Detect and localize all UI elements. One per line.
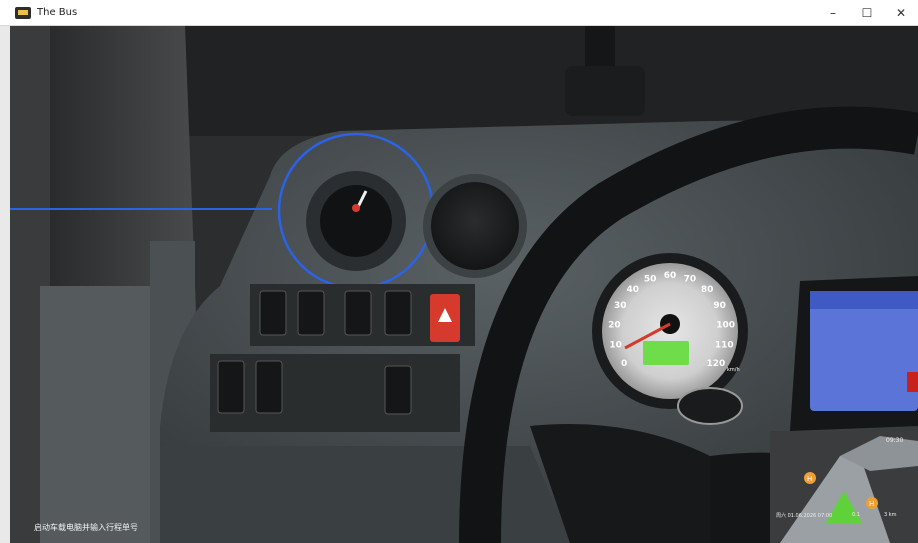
light-switch-indicator <box>352 204 360 212</box>
speedometer-tick-label: 40 <box>627 285 640 295</box>
speedometer-tick-label: 120 <box>707 359 726 369</box>
speedometer-tick-label: 30 <box>614 301 627 311</box>
door-switch[interactable] <box>384 290 412 336</box>
display-header <box>810 291 918 309</box>
air-vent[interactable] <box>431 182 519 270</box>
minimap-time: 09:30 <box>886 437 904 444</box>
speedometer-tick-label: 70 <box>684 275 697 285</box>
panel-switch-6[interactable] <box>255 360 283 414</box>
light-switch-knob[interactable] <box>320 185 392 257</box>
speed-indicator-bar <box>643 341 689 365</box>
speedometer-tick-label: 80 <box>701 285 714 295</box>
window-title: The Bus <box>37 7 78 18</box>
display-alert <box>907 372 918 392</box>
speedometer-unit: km/h <box>727 367 740 373</box>
speedometer-tick-label: 90 <box>713 301 726 311</box>
panel-switch-7[interactable] <box>384 365 412 415</box>
minimap-status: 周六 01.06.2026 07:00 <box>776 513 833 519</box>
app-icon <box>15 6 31 19</box>
speedometer-tick-label: 100 <box>716 321 735 331</box>
minimap-speed: 0.1 <box>852 512 860 518</box>
aux-gauge <box>677 387 743 425</box>
minimap-distance: 3 km <box>884 512 897 518</box>
window-titlebar: The Bus – ☐ ✕ <box>0 0 918 26</box>
panel-switch-5[interactable] <box>217 360 245 414</box>
battery-switch[interactable] <box>259 290 287 336</box>
switch-panel-bottom <box>210 354 460 432</box>
game-viewport[interactable]: 0 10 20 3040 50 60 70 80 90 100 110 120 km/h H H <box>10 26 918 543</box>
speedometer-tick-label: 110 <box>715 341 734 351</box>
window-controls: – ☐ ✕ <box>816 0 918 26</box>
speedometer-tick-label: 50 <box>644 275 657 285</box>
lever-base <box>565 66 645 116</box>
window-frame-left <box>0 26 10 543</box>
speedometer-tick-label: 10 <box>609 341 622 351</box>
minimap-stop-label: H <box>807 475 812 483</box>
speedometer-tick-label: 60 <box>664 271 677 281</box>
panel-switch-2[interactable] <box>297 290 325 336</box>
minimap-stop-label-2: H <box>869 500 874 508</box>
speedometer-tick-label: 20 <box>608 321 621 331</box>
minimize-button[interactable]: – <box>816 0 850 26</box>
tutorial-hint-text: 启动车载电脑并输入行程单号 <box>34 523 138 532</box>
speedometer-tick-label: 0 <box>621 359 627 369</box>
panel-switch-3[interactable] <box>344 290 372 336</box>
dashboard-lower <box>160 446 570 543</box>
close-button[interactable]: ✕ <box>884 0 918 26</box>
maximize-button[interactable]: ☐ <box>850 0 884 26</box>
